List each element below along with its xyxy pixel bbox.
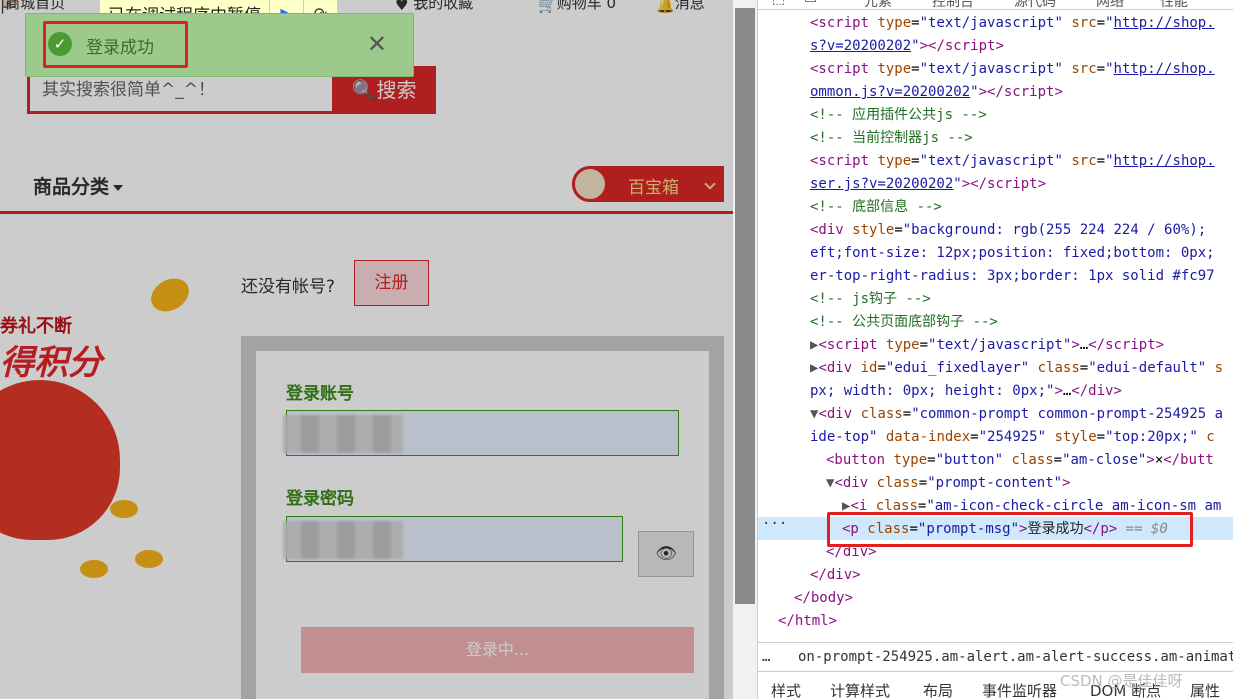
dom-tree-line[interactable]: </body> bbox=[794, 587, 853, 610]
page-overlay bbox=[0, 0, 733, 699]
page-scrollbar[interactable] bbox=[733, 0, 757, 699]
devtools-panel: ⬚ ▭ 元素 控制台 源代码 网络 性能 ··· <script type="t… bbox=[757, 0, 1233, 699]
dom-tree-line[interactable]: px; width: 0px; height: 0px;">…</div> bbox=[810, 380, 1122, 403]
csdn-watermark: CSDN @是佳佳呀 bbox=[1060, 672, 1183, 690]
device-toggle-icon[interactable]: ▭ bbox=[804, 0, 817, 7]
more-icon[interactable]: ··· bbox=[762, 516, 787, 532]
dom-tree-line[interactable]: <script type="text/javascript" src="http… bbox=[810, 150, 1215, 173]
dom-tree-line[interactable]: ▶<script type="text/javascript">…</scrip… bbox=[810, 334, 1164, 357]
tab-styles[interactable]: 样式 bbox=[771, 680, 801, 699]
tab-console[interactable]: 控制台 bbox=[932, 0, 974, 11]
dom-tree-line[interactable]: ommon.js?v=20200202"></script> bbox=[810, 81, 1063, 104]
inspect-icon[interactable]: ⬚ bbox=[772, 0, 785, 7]
dom-tree-line[interactable]: ser.js?v=20200202"></script> bbox=[810, 173, 1046, 196]
tab-layout[interactable]: 布局 bbox=[923, 680, 953, 699]
tab-computed[interactable]: 计算样式 bbox=[830, 680, 890, 699]
highlight-box bbox=[43, 21, 188, 68]
dom-tree-line[interactable]: eft;font-size: 12px;position: fixed;bott… bbox=[810, 242, 1215, 265]
devtools-tabbar: ⬚ ▭ 元素 控制台 源代码 网络 性能 bbox=[758, 0, 1233, 10]
dom-tree-line[interactable]: s?v=20200202"></script> bbox=[810, 35, 1004, 58]
dom-tree-line[interactable]: <!-- 当前控制器js --> bbox=[810, 127, 973, 150]
dom-tree-line[interactable]: <!-- 底部信息 --> bbox=[810, 196, 942, 219]
dom-tree-line[interactable]: ▼<div class="common-prompt common-prompt… bbox=[810, 403, 1223, 426]
tab-properties[interactable]: 属性 bbox=[1190, 680, 1220, 699]
scroll-thumb[interactable] bbox=[735, 8, 755, 604]
close-icon[interactable]: ✕ bbox=[367, 30, 387, 58]
dom-tree-line[interactable]: er-top-right-radius: 3px;border: 1px sol… bbox=[810, 265, 1215, 288]
tab-event-listeners[interactable]: 事件监听器 bbox=[982, 680, 1057, 699]
highlight-box bbox=[827, 512, 1193, 547]
dom-tree-line[interactable]: <script type="text/javascript" src="http… bbox=[810, 12, 1215, 35]
breadcrumb: … on-prompt-254925.am-alert.am-alert-suc… bbox=[758, 642, 1233, 672]
tab-elements[interactable]: 元素 bbox=[864, 0, 892, 11]
shop-page: 🏠 | 商城首页 ♥ 我的收藏 ⌄ 🛒 购物车 0 🔔 消息 其实搜索很简单^_^… bbox=[0, 0, 757, 699]
more-icon[interactable]: … bbox=[762, 643, 770, 671]
dom-tree-line[interactable]: <script type="text/javascript" src="http… bbox=[810, 58, 1215, 81]
dom-tree-line[interactable]: <!-- js钩子 --> bbox=[810, 288, 931, 311]
tab-network[interactable]: 网络 bbox=[1096, 0, 1124, 11]
dom-tree-line[interactable]: <!-- 公共页面底部钩子 --> bbox=[810, 311, 998, 334]
tab-sources[interactable]: 源代码 bbox=[1014, 0, 1056, 11]
dom-tree-line[interactable]: <button type="button" class="am-close">×… bbox=[826, 449, 1214, 472]
breadcrumb-path[interactable]: on-prompt-254925.am-alert.am-alert-succe… bbox=[798, 643, 1233, 671]
dom-tree-line[interactable]: </div> bbox=[810, 564, 861, 587]
tab-performance[interactable]: 性能 bbox=[1160, 0, 1188, 11]
dom-tree-line[interactable]: <!-- 应用插件公共js --> bbox=[810, 104, 987, 127]
dom-tree-line[interactable]: ide-top" data-index="254925" style="top:… bbox=[810, 426, 1215, 449]
dom-tree-line[interactable]: ▼<div class="prompt-content"> bbox=[826, 472, 1070, 495]
dom-tree-line[interactable]: ▶<div id="edui_fixedlayer" class="edui-d… bbox=[810, 357, 1223, 380]
dom-tree-line[interactable]: <div style="background: rgb(255 224 224 … bbox=[810, 219, 1206, 242]
dom-tree-line[interactable]: </html> bbox=[778, 610, 837, 633]
